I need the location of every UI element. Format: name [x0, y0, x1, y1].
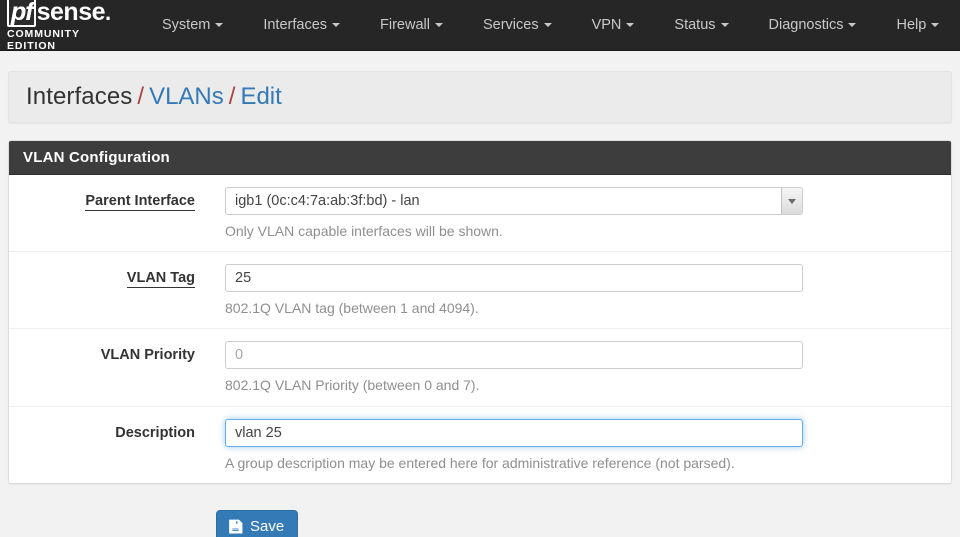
label-text: VLAN Priority: [100, 347, 195, 364]
chevron-down-icon: [215, 22, 224, 27]
nav-item-label: Interfaces: [263, 16, 328, 33]
help-description: A group description may be entered here …: [225, 454, 735, 471]
nav-item-firewall[interactable]: Firewall: [360, 0, 463, 51]
control-parent-interface: igb1 (0c:c4:7a:ab:3f:bd) - lan Only VLAN…: [195, 187, 951, 240]
vlan-tag-input[interactable]: [225, 264, 803, 293]
brand-wordmark: pf sense .: [4, 0, 124, 27]
vlan-configuration-form: Parent Interface igb1 (0c:c4:7a:ab:3f:bd…: [9, 175, 951, 483]
control-vlan-priority: 802.1Q VLAN Priority (between 0 and 7).: [195, 341, 951, 394]
brand-dot: .: [105, 0, 112, 25]
nav-item-label: Status: [674, 16, 716, 33]
brand-sense-text: sense: [36, 0, 106, 26]
label-parent-interface: Parent Interface: [9, 187, 195, 211]
description-input[interactable]: [225, 418, 803, 447]
nav-item-label: Diagnostics: [768, 16, 844, 33]
brand-pf-text: pf: [7, 0, 36, 27]
breadcrumb-link-edit[interactable]: Edit: [240, 83, 281, 111]
chevron-down-icon: [931, 22, 940, 27]
label-description: Description: [9, 419, 195, 443]
label-vlan-priority: VLAN Priority: [9, 341, 195, 365]
chevron-down-icon: [626, 22, 635, 27]
nav-item-help[interactable]: Help: [876, 0, 959, 51]
panel-title: VLAN Configuration: [9, 141, 951, 175]
control-description: A group description may be entered here …: [195, 418, 951, 472]
pfsense-logo[interactable]: pf sense . COMMUNITY EDITION: [0, 0, 124, 52]
chevron-down-icon: [848, 22, 857, 27]
brand-subtitle: COMMUNITY EDITION: [7, 28, 80, 52]
nav-item-label: System: [162, 16, 211, 33]
help-parent-interface: Only VLAN capable interfaces will be sho…: [225, 223, 503, 239]
form-actions: Save: [0, 484, 960, 537]
nav-item-diagnostics[interactable]: Diagnostics: [749, 0, 877, 51]
vlan-configuration-panel: VLAN Configuration Parent Interface igb1…: [8, 140, 952, 484]
help-vlan-tag: 802.1Q VLAN tag (between 1 and 4094).: [225, 300, 479, 317]
form-row-vlan-tag: VLAN Tag 802.1Q VLAN tag (between 1 and …: [9, 252, 951, 330]
form-row-parent-interface: Parent Interface igb1 (0c:c4:7a:ab:3f:bd…: [9, 175, 951, 253]
parent-interface-select[interactable]: igb1 (0c:c4:7a:ab:3f:bd) - lan: [225, 187, 803, 215]
label-text: Parent Interface: [85, 193, 195, 211]
chevron-down-icon: [434, 22, 443, 27]
label-text: Description: [115, 424, 195, 441]
top-navbar: pf sense . COMMUNITY EDITION System Inte…: [0, 0, 960, 52]
save-button-label: Save: [250, 517, 285, 535]
nav-item-system[interactable]: System: [142, 0, 243, 51]
chevron-down-icon: [332, 22, 341, 27]
save-button[interactable]: Save: [216, 509, 299, 537]
chevron-down-icon: [543, 22, 552, 27]
form-row-vlan-priority: VLAN Priority 802.1Q VLAN Priority (betw…: [9, 329, 951, 407]
floppy-disk-save-icon: [229, 519, 243, 534]
nav-item-interfaces[interactable]: Interfaces: [243, 0, 360, 51]
nav-item-label: VPN: [591, 16, 622, 33]
nav-item-label: Services: [482, 16, 539, 33]
breadcrumb-root: Interfaces: [26, 83, 133, 110]
form-row-description: Description A group description may be e…: [9, 407, 951, 483]
breadcrumb: Interfaces / VLANs / Edit: [8, 71, 952, 123]
breadcrumb-separator: /: [137, 83, 145, 110]
breadcrumb-link-vlans[interactable]: VLANs: [149, 83, 224, 111]
nav-item-status[interactable]: Status: [654, 0, 748, 51]
breadcrumb-separator: /: [228, 83, 236, 110]
chevron-down-icon: [720, 22, 729, 27]
help-vlan-priority: 802.1Q VLAN Priority (between 0 and 7).: [225, 377, 480, 394]
control-vlan-tag: 802.1Q VLAN tag (between 1 and 4094).: [195, 264, 951, 317]
nav-item-label: Help: [896, 16, 927, 33]
parent-interface-select-wrap: igb1 (0c:c4:7a:ab:3f:bd) - lan: [225, 187, 803, 215]
vlan-priority-input[interactable]: [225, 341, 803, 370]
nav-item-label: Firewall: [380, 16, 430, 33]
label-vlan-tag: VLAN Tag: [9, 264, 195, 289]
navbar-menu: System Interfaces Firewall Services VPN …: [142, 0, 959, 51]
label-text: VLAN Tag: [126, 270, 195, 289]
nav-item-services[interactable]: Services: [463, 0, 572, 51]
nav-item-vpn[interactable]: VPN: [572, 0, 655, 51]
